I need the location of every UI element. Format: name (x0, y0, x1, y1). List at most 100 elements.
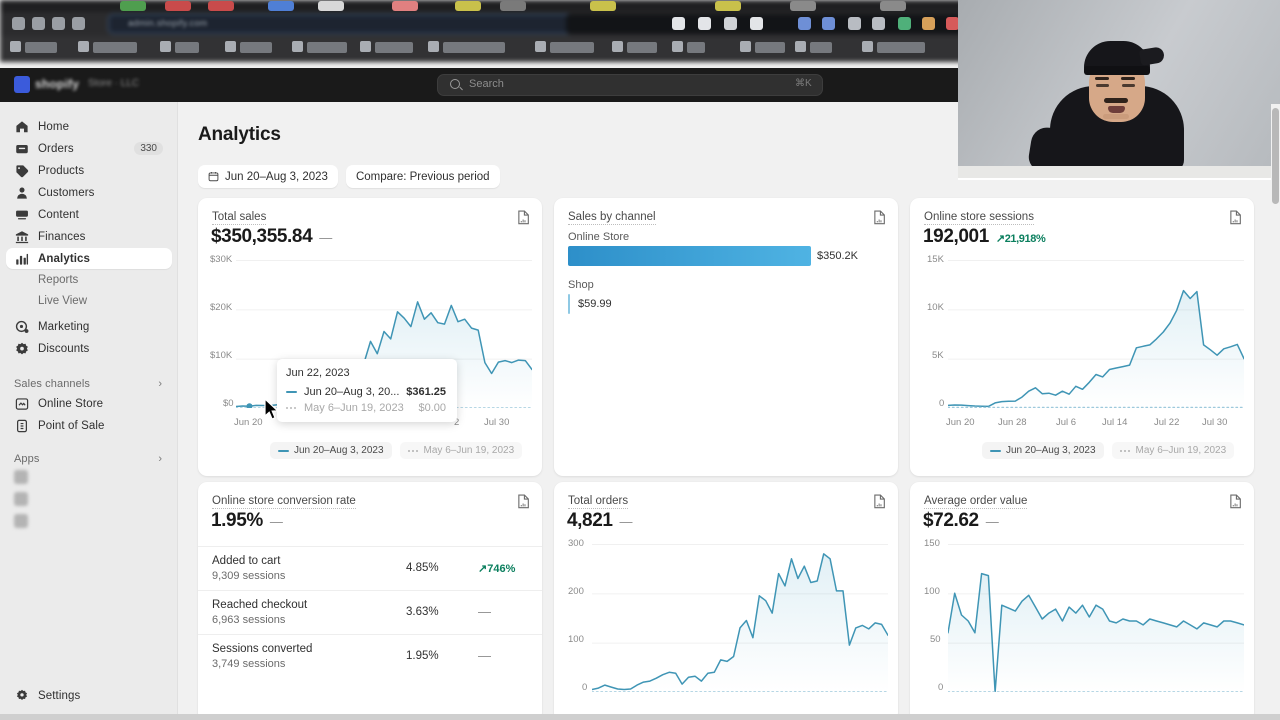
bookmark-label[interactable] (687, 42, 705, 53)
sidebar-item-online-store[interactable]: Online Store (6, 393, 172, 414)
bookmark-icon[interactable] (225, 41, 236, 52)
compare-label: Compare: Previous period (355, 170, 490, 183)
legend-current[interactable]: Jun 20–Aug 3, 2023 (982, 442, 1104, 459)
date-range-picker[interactable]: Jun 20–Aug 3, 2023 (198, 165, 338, 188)
bookmark-icon[interactable] (78, 41, 89, 52)
browser-toolbar-icon[interactable] (872, 17, 885, 30)
browser-toolbar-icon[interactable] (898, 17, 911, 30)
bookmark-icon[interactable] (10, 41, 21, 52)
bookmark-label[interactable] (175, 42, 199, 53)
browser-toolbar-icon[interactable] (12, 17, 25, 30)
bookmark-label[interactable] (810, 42, 832, 53)
report-icon[interactable] (517, 210, 530, 225)
table-row[interactable]: Sessions converted 3,749 sessions 1.95% … (198, 634, 542, 678)
report-icon[interactable] (517, 494, 530, 509)
legend-previous[interactable]: May 6–Jun 19, 2023 (1111, 442, 1235, 459)
webcam-person-eye-left (1096, 84, 1109, 87)
sidebar: Home Orders 330 Products Customers Conte… (0, 102, 178, 720)
bookmark-label[interactable] (240, 42, 272, 53)
browser-tab[interactable] (500, 1, 526, 11)
browser-toolbar-icon[interactable] (698, 17, 711, 30)
page-scrollbar-thumb[interactable] (1272, 108, 1279, 204)
sidebar-item-settings[interactable]: Settings (6, 685, 172, 706)
browser-toolbar-icon[interactable] (52, 17, 65, 30)
bookmark-label[interactable] (755, 42, 785, 53)
browser-tab[interactable] (318, 1, 344, 11)
bookmark-icon[interactable] (292, 41, 303, 52)
sidebar-item-home[interactable]: Home (6, 116, 172, 137)
bookmark-label[interactable] (93, 42, 137, 53)
compare-picker[interactable]: Compare: Previous period (345, 165, 500, 188)
sidebar-item-point-of-sale[interactable]: Point of Sale (6, 415, 172, 436)
report-icon[interactable] (1229, 210, 1242, 225)
sidebar-item-marketing[interactable]: Marketing (6, 316, 172, 337)
legend-previous-label: May 6–Jun 19, 2023 (1135, 445, 1227, 456)
browser-toolbar-icon[interactable] (724, 17, 737, 30)
browser-tab[interactable] (120, 1, 146, 11)
bookmark-icon[interactable] (862, 41, 873, 52)
bookmark-icon[interactable] (612, 41, 623, 52)
legend-previous[interactable]: May 6–Jun 19, 2023 (399, 442, 523, 459)
browser-tab[interactable] (880, 1, 906, 11)
browser-toolbar-icon[interactable] (750, 17, 763, 30)
sidebar-section-apps[interactable]: Apps › (14, 453, 172, 465)
sidebar-item-orders[interactable]: Orders 330 (6, 138, 172, 159)
sessions-chart[interactable] (948, 260, 1244, 408)
dotted-line-icon (286, 407, 297, 409)
bookmark-label[interactable] (877, 42, 925, 53)
legend-current[interactable]: Jun 20–Aug 3, 2023 (270, 442, 392, 459)
browser-toolbar-icon[interactable] (32, 17, 45, 30)
sidebar-app-item[interactable] (14, 470, 37, 484)
sidebar-app-item[interactable] (14, 492, 37, 506)
browser-tab[interactable] (165, 1, 191, 11)
bookmark-label[interactable] (627, 42, 657, 53)
bookmark-icon[interactable] (428, 41, 439, 52)
browser-tab[interactable] (455, 1, 481, 11)
channel-bar-shop[interactable] (568, 294, 570, 314)
sidebar-item-content[interactable]: Content (6, 204, 172, 225)
aov-chart[interactable] (948, 544, 1244, 692)
bookmark-label[interactable] (550, 42, 594, 53)
report-icon[interactable] (873, 210, 886, 225)
bookmark-label[interactable] (375, 42, 413, 53)
sidebar-subitem-reports[interactable]: Reports (6, 271, 172, 289)
table-row[interactable]: Reached checkout 6,963 sessions 3.63% — (198, 590, 542, 634)
bookmark-icon[interactable] (360, 41, 371, 52)
browser-tab[interactable] (208, 1, 234, 11)
bookmark-icon[interactable] (795, 41, 806, 52)
bookmark-label[interactable] (307, 42, 347, 53)
chevron-right-icon[interactable]: › (158, 378, 162, 390)
bookmark-icon[interactable] (160, 41, 171, 52)
report-icon[interactable] (873, 494, 886, 509)
chevron-right-apps-icon[interactable]: › (158, 453, 162, 465)
bookmark-icon[interactable] (535, 41, 546, 52)
sidebar-app-item[interactable] (14, 514, 37, 528)
browser-toolbar-icon[interactable] (72, 17, 85, 30)
browser-tab[interactable] (790, 1, 816, 11)
table-row[interactable]: Added to cart 9,309 sessions 4.85% ↗︎746… (198, 546, 542, 590)
bookmark-icon[interactable] (740, 41, 751, 52)
conversion-step-rate: 4.85% (406, 562, 439, 574)
sidebar-item-products[interactable]: Products (6, 160, 172, 181)
sidebar-item-finances[interactable]: Finances (6, 226, 172, 247)
browser-tab[interactable] (268, 1, 294, 11)
browser-tab[interactable] (392, 1, 418, 11)
sidebar-section-sales-channels[interactable]: Sales channels › (14, 378, 172, 390)
sidebar-item-customers[interactable]: Customers (6, 182, 172, 203)
browser-toolbar-icon[interactable] (848, 17, 861, 30)
sidebar-item-analytics[interactable]: Analytics (6, 248, 172, 269)
browser-toolbar-icon[interactable] (922, 17, 935, 30)
browser-tab[interactable] (590, 1, 616, 11)
report-icon[interactable] (1229, 494, 1242, 509)
bookmark-label[interactable] (25, 42, 57, 53)
browser-tab[interactable] (715, 1, 741, 11)
sidebar-item-discounts[interactable]: Discounts (6, 338, 172, 359)
sidebar-subitem-live-view[interactable]: Live View (6, 292, 172, 310)
channel-bar-online-store[interactable] (568, 246, 811, 266)
browser-toolbar-icon[interactable] (798, 17, 811, 30)
total-orders-chart[interactable] (592, 544, 888, 692)
bookmark-icon[interactable] (672, 41, 683, 52)
browser-toolbar-icon[interactable] (822, 17, 835, 30)
bookmark-label[interactable] (443, 42, 505, 53)
browser-toolbar-icon[interactable] (672, 17, 685, 30)
